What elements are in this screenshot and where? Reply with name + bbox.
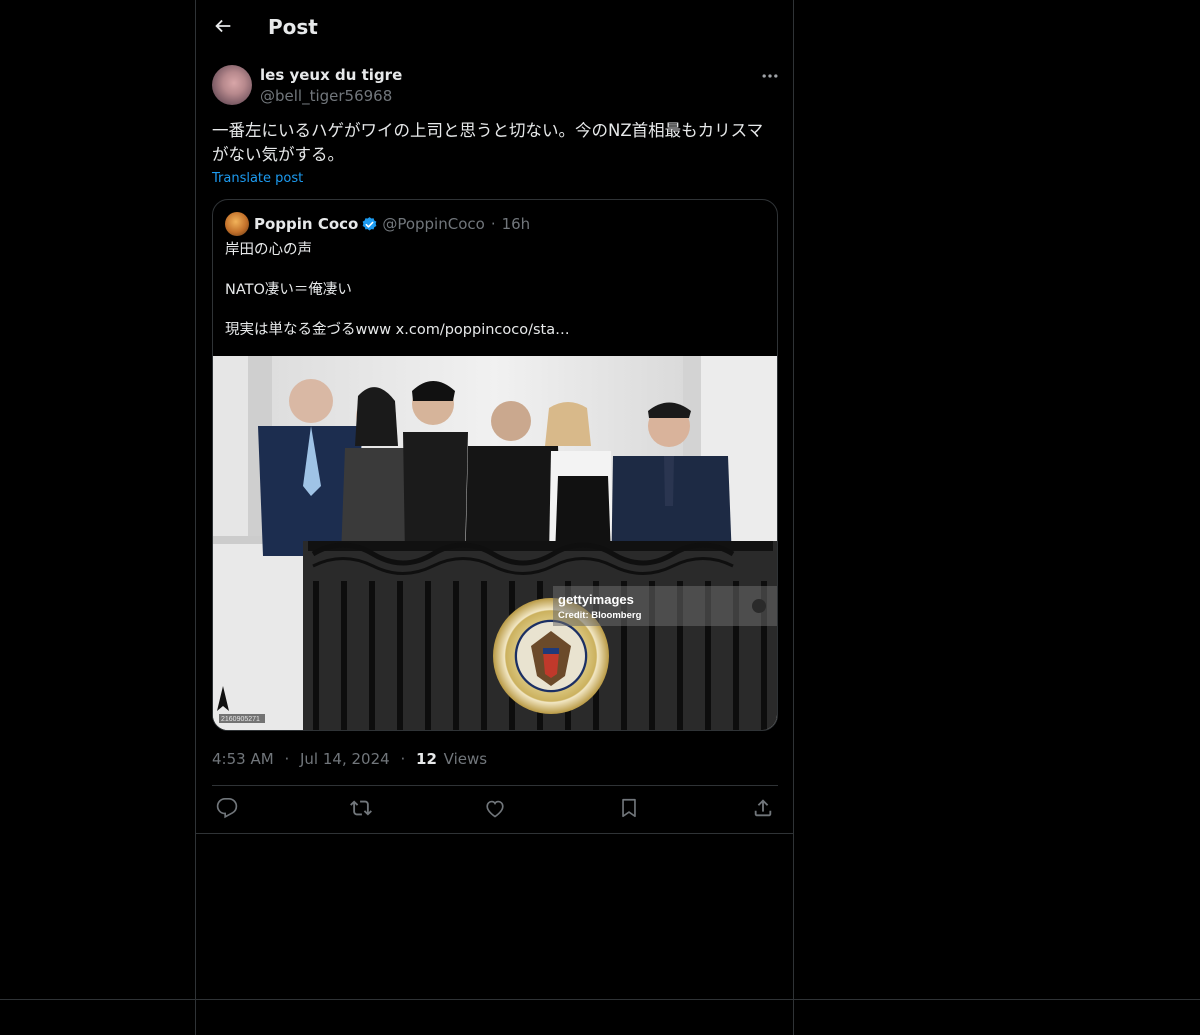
getty-watermark-credit: Credit: Bloomberg	[558, 610, 642, 621]
post-text: 一番左にいるハゲがワイの上司と思うと切ない。今のNZ首相最もカリスマがない気がす…	[212, 121, 764, 164]
page-header: Post	[196, 0, 793, 53]
actions-divider	[212, 785, 778, 786]
watermark-dot	[752, 599, 766, 613]
quoted-avatar[interactable]	[225, 212, 249, 236]
meta-separator: ·	[284, 750, 290, 768]
quoted-post[interactable]: Poppin Coco @PoppinCoco · 16h 岸田の心の声 NAT…	[212, 199, 778, 731]
post-actions	[212, 795, 778, 825]
author-handle[interactable]: @bell_tiger56968	[260, 86, 392, 106]
quoted-post-header: Poppin Coco @PoppinCoco · 16h	[225, 212, 530, 236]
views-count[interactable]: 12	[416, 750, 437, 768]
quoted-handle[interactable]: @PoppinCoco	[382, 215, 484, 233]
more-options-icon[interactable]	[760, 66, 780, 86]
views-label[interactable]: Views	[444, 750, 487, 768]
getty-image-id: 2160905271	[221, 716, 260, 723]
post-bottom-border	[196, 833, 793, 834]
quoted-display-name[interactable]: Poppin Coco	[254, 215, 358, 233]
bookmark-icon[interactable]	[618, 797, 640, 819]
getty-watermark-brand: gettyimages	[558, 592, 634, 607]
back-arrow-icon[interactable]	[212, 15, 234, 37]
quoted-line: 現実は単なる金づるwww x.com/poppincoco/sta…	[225, 322, 570, 338]
avatar[interactable]	[212, 65, 252, 105]
repost-icon[interactable]	[350, 797, 372, 819]
timeline-bottom-rule	[0, 999, 1200, 1000]
quoted-line: 岸田の心の声	[225, 242, 312, 258]
translate-post-link[interactable]: Translate post	[212, 171, 303, 186]
meta-separator: ·	[400, 750, 406, 768]
author-display-name[interactable]: les yeux du tigre	[260, 65, 402, 85]
page-title: Post	[268, 15, 318, 39]
share-icon[interactable]	[752, 797, 774, 819]
quoted-photo[interactable]: gettyimages Credit: Bloomberg 2160905271	[213, 356, 777, 730]
quoted-line: NATO凄い＝俺凄い	[225, 282, 352, 298]
heart-icon[interactable]	[484, 797, 506, 819]
post-time[interactable]: 4:53 AM	[212, 750, 274, 768]
quoted-separator: ·	[490, 215, 496, 233]
quoted-time[interactable]: 16h	[502, 215, 531, 233]
reply-icon[interactable]	[216, 797, 238, 819]
post-date[interactable]: Jul 14, 2024	[300, 750, 390, 768]
verified-badge-icon	[362, 216, 377, 231]
post-meta: 4:53 AM · Jul 14, 2024 · 12 Views	[212, 749, 487, 769]
main-column: Post les yeux du tigre @bell_tiger56968 …	[195, 0, 794, 1035]
quoted-text: 岸田の心の声 NATO凄い＝俺凄い 現実は単なる金づるwww x.com/pop…	[225, 240, 570, 360]
balcony-photo-image: gettyimages Credit: Bloomberg 2160905271	[213, 356, 777, 730]
